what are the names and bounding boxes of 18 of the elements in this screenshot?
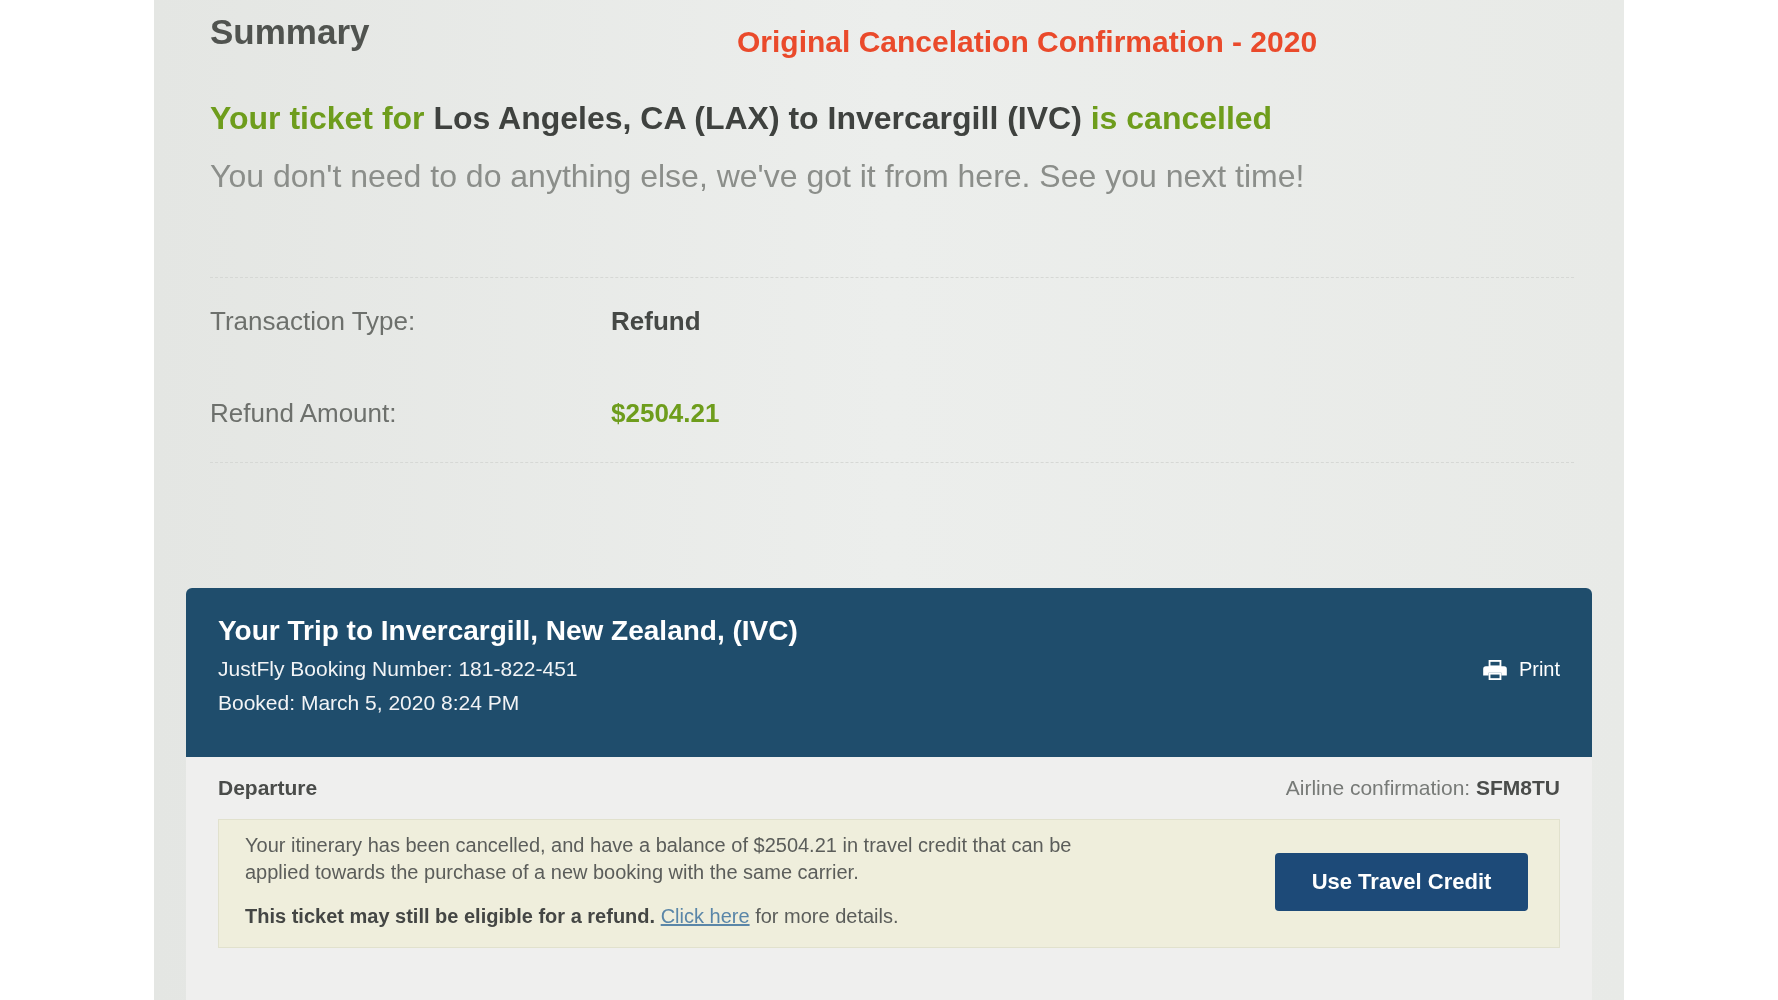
summary-title: Summary [210,12,371,52]
print-button[interactable]: Print [1482,654,1560,685]
detail-value: Refund [611,306,701,336]
detail-value: $2504.21 [611,398,720,428]
cancellation-headline: Your ticket for Los Angeles, CA (LAX) to Invercargill (IVC) is cancelled [210,99,1274,138]
cancellation-message: You don't need to do anything else, we've got it from here. See you next time! [210,158,1306,194]
annotation-caption: Original Cancelation Confirmation - 2020 [737,25,1319,59]
itinerary-message: Your itinerary has been cancelled, and have a balance of $2504.21 in travel credit that can be applied towards the purchase of a new booking with the same carrier. [245,833,1073,885]
detail-label: Transaction Type: [210,306,416,336]
trip-title: Your Trip to Invercargill, New Zealand, (IVC) [218,614,798,648]
detail-label: Refund Amount: [210,398,397,428]
use-travel-credit-button[interactable]: Use Travel Credit [1275,853,1528,911]
airline-confirmation: Airline confirmation: SFM8TU [1285,776,1560,800]
departure-heading: Departure [218,776,318,800]
booked-date: Booked: March 5, 2020 8:24 PM [218,690,521,716]
booking-number: JustFly Booking Number: 181-822-451 [218,656,579,682]
printer-icon [1482,659,1507,680]
refund-note: This ticket may still be eligible for a refund. Click here for more details. [245,904,900,929]
